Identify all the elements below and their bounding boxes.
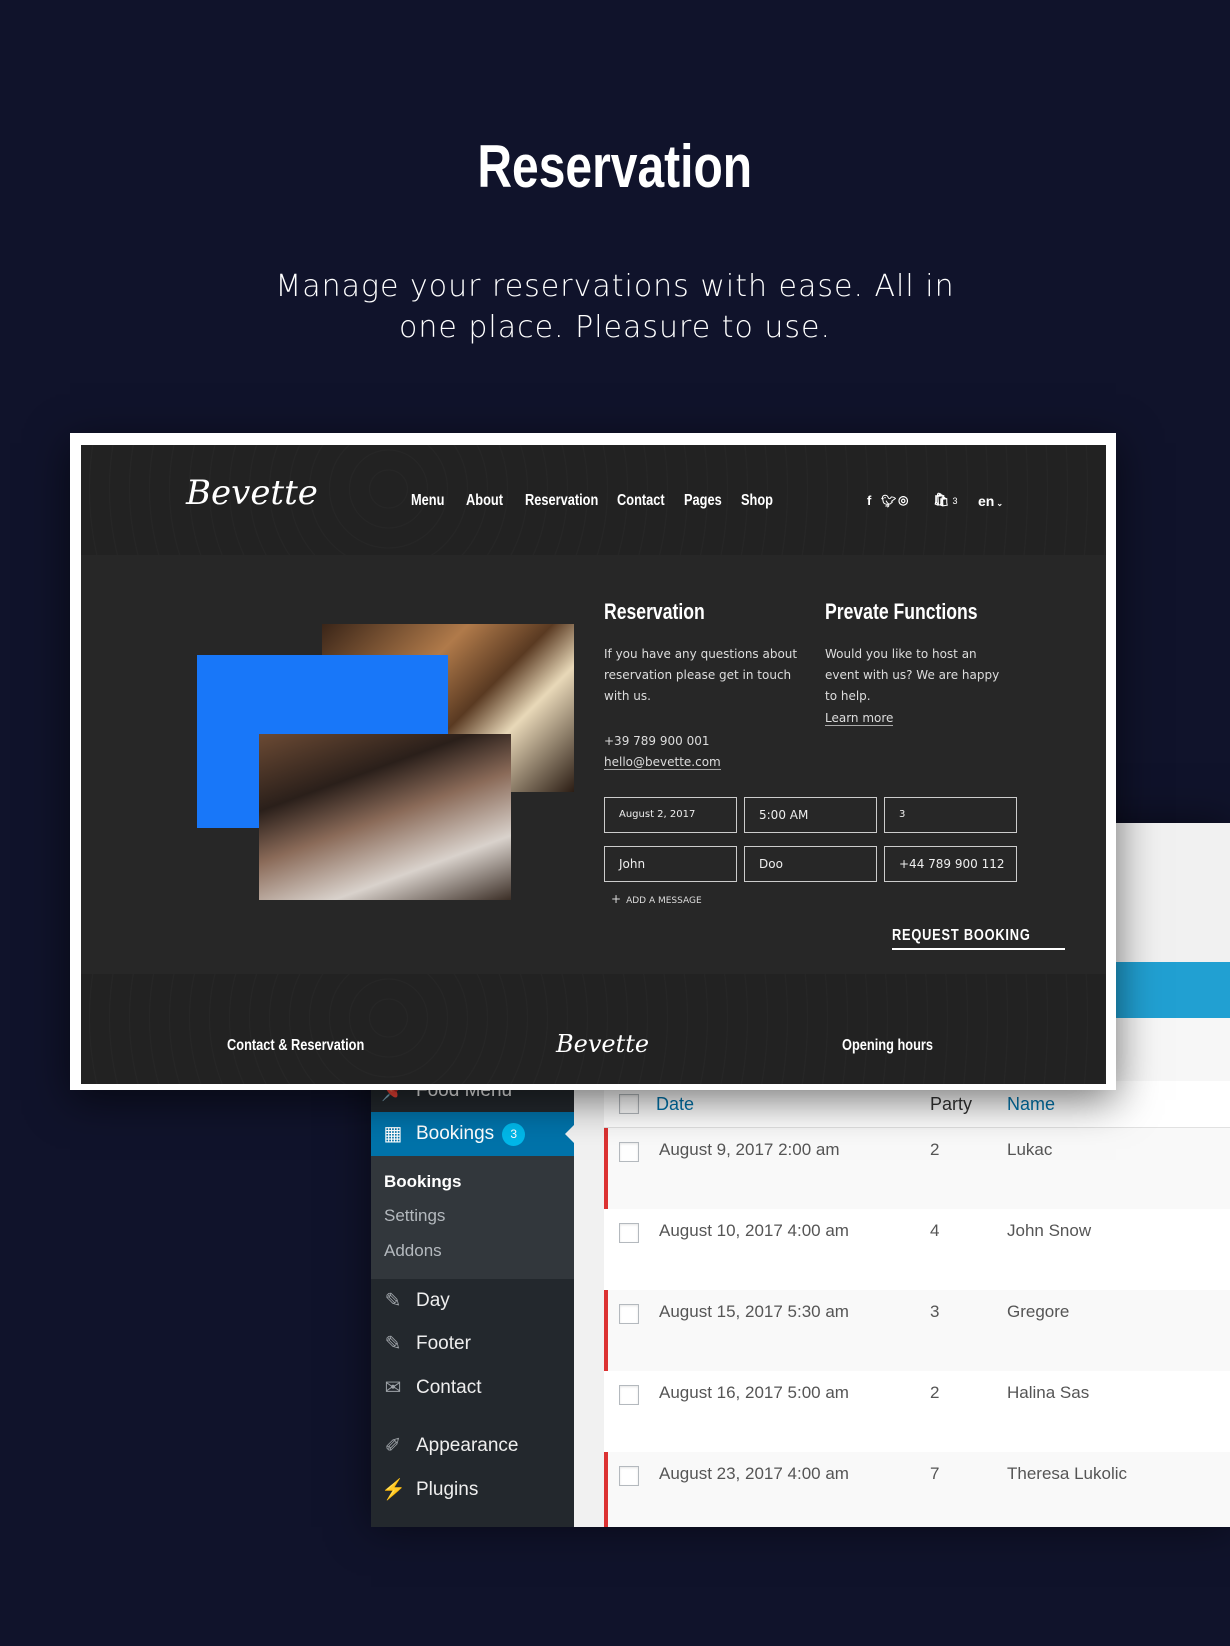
nav-contact[interactable]: Contact xyxy=(617,492,677,510)
functions-heading: Prevate Functions xyxy=(825,599,978,624)
row-checkbox[interactable] xyxy=(619,1142,639,1162)
facebook-icon[interactable]: f xyxy=(867,493,871,508)
chevron-down-icon: ⌄ xyxy=(996,499,1004,508)
table-row[interactable]: August 9, 2017 2:00 am 2 Lukac xyxy=(604,1128,1230,1209)
chef-photo xyxy=(259,734,511,900)
sidebar-item-plugins[interactable]: ⚡ Plugins xyxy=(371,1470,574,1510)
sidebar-item-day[interactable]: ✎ Day xyxy=(371,1281,574,1321)
submenu-bookings[interactable]: Bookings xyxy=(384,1172,461,1192)
hero-subtitle: Manage your reservations with ease. All … xyxy=(275,269,955,345)
paintbrush-icon: ✐ xyxy=(384,1435,402,1457)
cart-count: 3 xyxy=(952,496,958,506)
footer-opening-hours-heading: Opening hours xyxy=(842,1037,934,1054)
website-preview-frame: Bevette Menu About Reservation Contact P… xyxy=(70,433,1116,1090)
footer-contact-heading: Contact & Reservation xyxy=(227,1037,365,1054)
cell-party: 7 xyxy=(930,1464,940,1483)
functions-text: Would you like to host an event with us?… xyxy=(825,647,1000,703)
first-name-input[interactable]: John xyxy=(604,846,737,882)
table-row[interactable]: August 15, 2017 5:30 am 3 Gregore xyxy=(604,1290,1230,1371)
row-checkbox[interactable] xyxy=(619,1223,639,1243)
site-logo[interactable]: Bevette xyxy=(186,473,318,513)
envelope-icon: ✉ xyxy=(384,1377,402,1399)
twitter-icon[interactable]: 🐦︎ xyxy=(881,494,896,508)
guests-input[interactable]: 3 xyxy=(884,797,1017,833)
add-message-button[interactable]: + ADD A MESSAGE xyxy=(611,889,702,912)
reservation-heading: Reservation xyxy=(604,599,705,624)
sidebar-item-contact[interactable]: ✉ Contact xyxy=(371,1368,574,1408)
cell-name: Gregore xyxy=(1007,1302,1070,1321)
table-row[interactable]: August 10, 2017 4:00 am 4 John Snow xyxy=(604,1209,1230,1290)
cart-icon[interactable]: 🛍︎ 3 xyxy=(933,492,958,508)
row-checkbox[interactable] xyxy=(619,1304,639,1324)
reservation-text: If you have any questions about reservat… xyxy=(604,647,798,703)
plug-icon: ⚡ xyxy=(381,1479,406,1501)
row-checkbox[interactable] xyxy=(619,1385,639,1405)
language-select[interactable]: en ⌄ xyxy=(978,493,1003,509)
plus-icon: + xyxy=(611,892,622,906)
hero-title: Reservation xyxy=(477,133,753,200)
website-preview: Bevette Menu About Reservation Contact P… xyxy=(81,445,1106,1084)
cell-name: Lukac xyxy=(1007,1140,1053,1159)
site-header: Bevette Menu About Reservation Contact P… xyxy=(81,445,1106,555)
pin-icon: ✎ xyxy=(384,1290,402,1312)
table-row[interactable]: August 23, 2017 4:00 am 7 Theresa Lukoli… xyxy=(604,1452,1230,1527)
nav-shop[interactable]: Shop xyxy=(741,492,781,510)
column-party: Party xyxy=(930,1094,973,1114)
site-footer: Contact & Reservation Bevette Opening ho… xyxy=(81,974,1106,1084)
cell-party: 2 xyxy=(930,1140,940,1159)
request-booking-button[interactable]: REQUEST BOOKING xyxy=(892,927,1066,950)
nav-menu[interactable]: Menu xyxy=(411,492,453,510)
nav-pages[interactable]: Pages xyxy=(684,492,731,510)
column-date[interactable]: Date xyxy=(656,1094,694,1115)
reservation-phone: +39 789 900 001 xyxy=(604,734,710,748)
cell-name: Theresa Lukolic xyxy=(1007,1464,1128,1483)
column-name[interactable]: Name xyxy=(1007,1094,1055,1115)
learn-more-link[interactable]: Learn more xyxy=(825,711,894,726)
cell-date[interactable]: August 15, 2017 5:30 am xyxy=(659,1302,849,1322)
calendar-icon: ▦ xyxy=(383,1123,403,1145)
cell-party: 2 xyxy=(930,1383,940,1402)
sidebar-item-bookings[interactable]: ▦ Bookings 3 xyxy=(371,1112,574,1156)
cell-name: John Snow xyxy=(1007,1221,1092,1240)
sidebar-item-footer[interactable]: ✎ Footer xyxy=(371,1324,574,1364)
cell-party: 4 xyxy=(930,1221,940,1240)
submenu-addons[interactable]: Addons xyxy=(384,1241,442,1261)
row-checkbox[interactable] xyxy=(619,1466,639,1486)
instagram-icon[interactable]: ◎ xyxy=(898,493,908,507)
select-all-checkbox[interactable] xyxy=(619,1094,639,1114)
last-name-input[interactable]: Doo xyxy=(744,846,877,882)
nav-reservation[interactable]: Reservation xyxy=(525,492,617,510)
pin-icon: ✎ xyxy=(384,1333,402,1355)
time-input[interactable]: 5:00 AM xyxy=(744,797,877,833)
cell-party: 3 xyxy=(930,1302,940,1321)
bookings-submenu: Bookings Settings Addons xyxy=(371,1156,574,1279)
submenu-settings[interactable]: Settings xyxy=(384,1206,445,1226)
sidebar-item-appearance[interactable]: ✐ Appearance xyxy=(371,1426,574,1466)
cell-date[interactable]: August 16, 2017 5:00 am xyxy=(659,1383,849,1403)
phone-input[interactable]: +44 789 900 112 xyxy=(884,846,1017,882)
bookings-count-badge: 3 xyxy=(502,1122,526,1146)
reservation-email-link[interactable]: hello@bevette.com xyxy=(604,755,721,770)
table-row[interactable]: August 16, 2017 5:00 am 2 Halina Sas xyxy=(604,1371,1230,1452)
nav-about[interactable]: About xyxy=(466,492,512,510)
cell-date[interactable]: August 9, 2017 2:00 am xyxy=(659,1140,840,1160)
cell-date[interactable]: August 23, 2017 4:00 am xyxy=(659,1464,849,1484)
date-input[interactable]: August 2, 2017 xyxy=(604,797,737,833)
cell-date[interactable]: August 10, 2017 4:00 am xyxy=(659,1221,849,1241)
cell-name: Halina Sas xyxy=(1007,1383,1090,1402)
footer-logo: Bevette xyxy=(556,1030,650,1058)
